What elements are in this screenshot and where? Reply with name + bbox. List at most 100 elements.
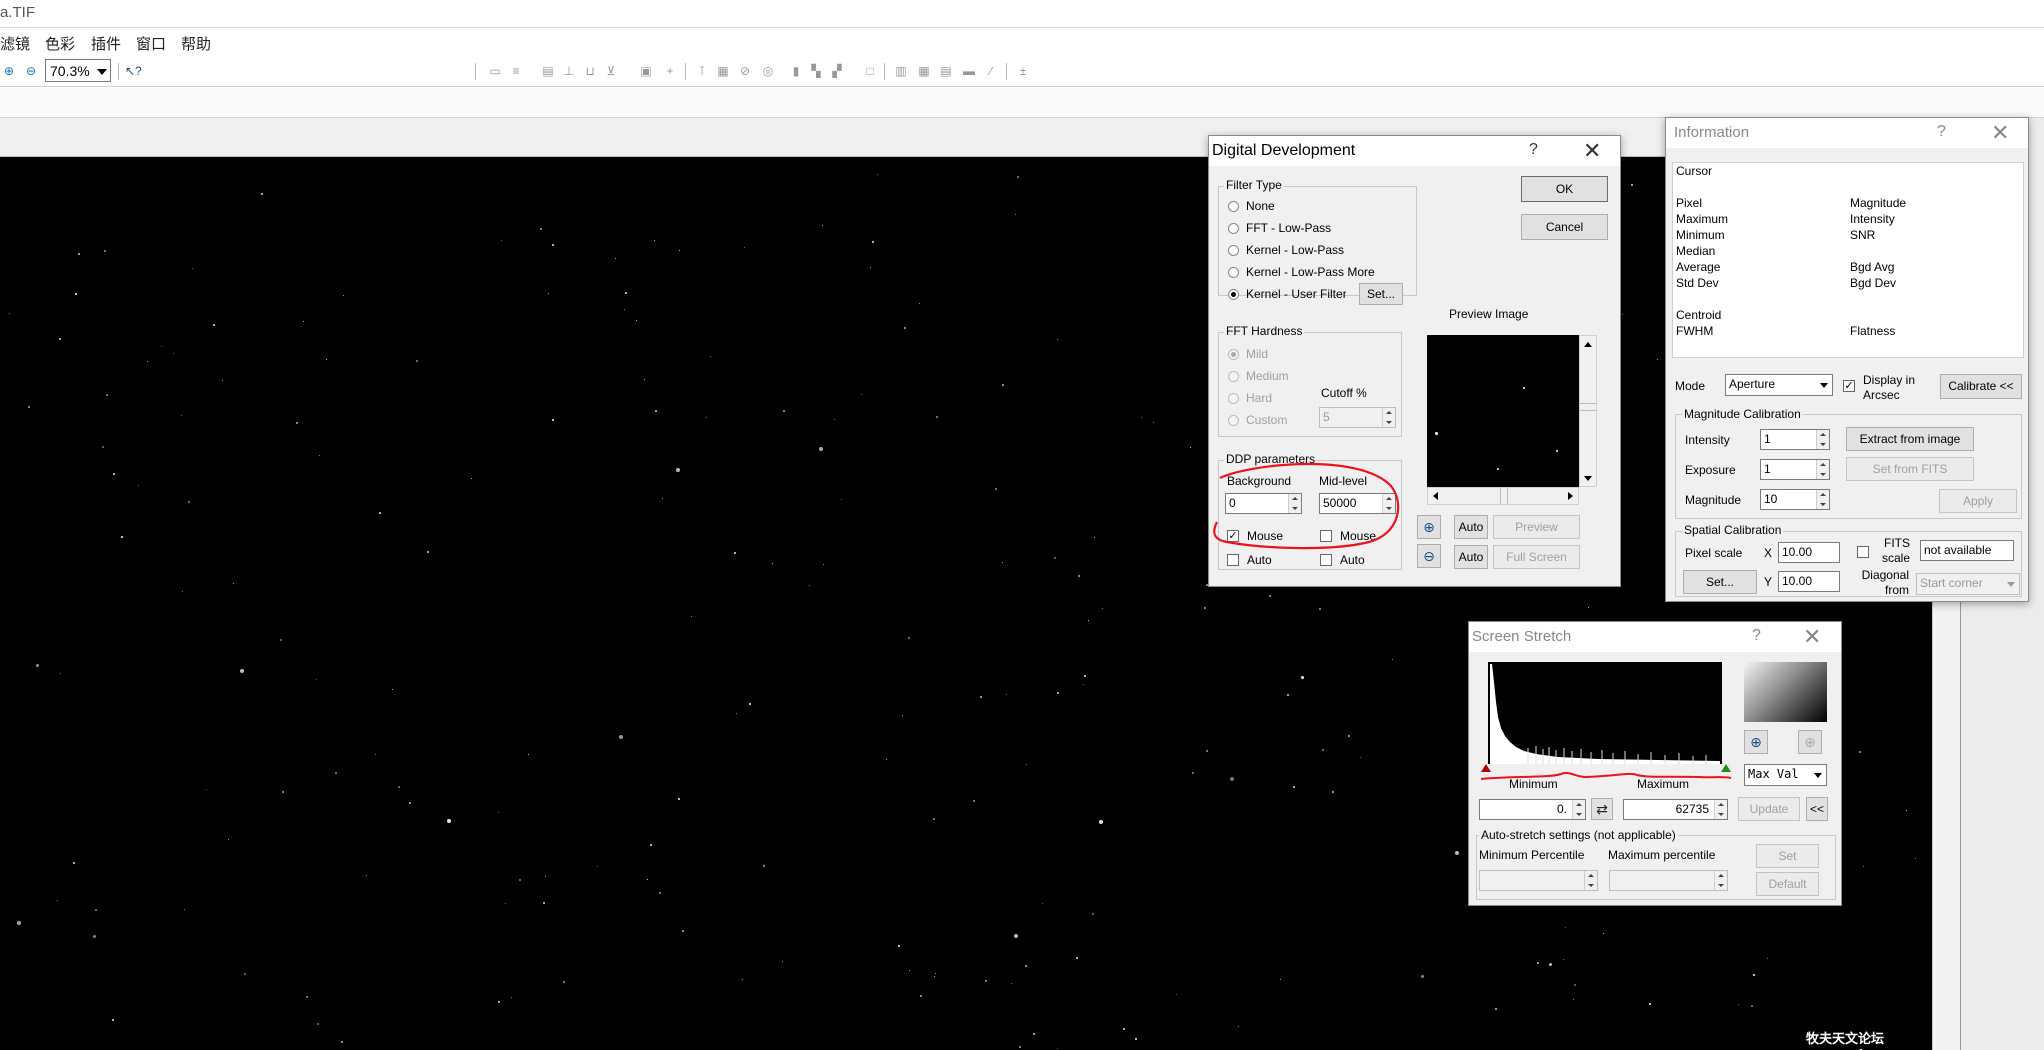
- align-icon[interactable]: ⊥: [561, 63, 577, 79]
- magnitude-input[interactable]: 10: [1760, 489, 1830, 510]
- auto-midlevel-checkbox[interactable]: [1320, 554, 1332, 566]
- filter-kernel-lowpass-more-radio[interactable]: [1228, 267, 1239, 278]
- scroll-down-icon[interactable]: [1584, 476, 1592, 481]
- auto-button-2[interactable]: Auto: [1454, 545, 1488, 569]
- maximum-input[interactable]: 62735: [1623, 799, 1728, 820]
- blink-icon[interactable]: ▞: [829, 63, 845, 79]
- zoom-in-icon[interactable]: ⊕: [1, 63, 17, 79]
- min-percentile-input[interactable]: [1479, 870, 1598, 891]
- exposure-input[interactable]: 1: [1760, 459, 1830, 480]
- stretch-icon[interactable]: ▚: [808, 63, 824, 79]
- maximum-spinner[interactable]: [1714, 800, 1727, 819]
- image-canvas[interactable]: [0, 157, 1932, 1050]
- collapse-button[interactable]: <<: [1806, 797, 1828, 821]
- curve-icon[interactable]: ∕: [983, 63, 999, 79]
- x-scale-input[interactable]: 10.00: [1778, 542, 1840, 563]
- filter-none-radio[interactable]: [1228, 201, 1239, 212]
- histogram-icon[interactable]: ▮: [788, 63, 804, 79]
- display-arcsec-checkbox[interactable]: ✓: [1843, 380, 1855, 392]
- image-window-titlebar[interactable]: [0, 118, 1932, 157]
- crosshair-icon[interactable]: +: [662, 63, 678, 79]
- compare-icon[interactable]: ▦: [916, 63, 932, 79]
- extract-from-image-button[interactable]: Extract from image: [1846, 427, 1974, 451]
- percentile-set-button[interactable]: Set: [1756, 844, 1819, 868]
- dialog-titlebar[interactable]: Information ? ✕: [1666, 118, 2028, 148]
- preview-hscrollbar[interactable]: [1427, 487, 1579, 505]
- filter-fft-lowpass-radio[interactable]: [1228, 223, 1239, 234]
- max-percentile-input[interactable]: [1609, 870, 1728, 891]
- preview-zoom-in-icon[interactable]: ⊕: [1417, 515, 1441, 539]
- ruler-icon[interactable]: ▭: [487, 63, 503, 79]
- start-corner-combo[interactable]: Start corner: [1916, 573, 2020, 595]
- stretch-zoom-in-icon[interactable]: ⊕: [1744, 730, 1768, 754]
- target-icon[interactable]: ⊘: [737, 63, 753, 79]
- split-icon[interactable]: ▥: [893, 63, 909, 79]
- help-icon[interactable]: ?: [1937, 123, 1946, 141]
- dialog-titlebar[interactable]: Digital Development ? ✕: [1209, 136, 1620, 166]
- stack-icon[interactable]: ▤: [540, 63, 556, 79]
- hardness-medium-radio[interactable]: [1228, 371, 1239, 382]
- intensity-spinner[interactable]: [1816, 430, 1829, 449]
- filter-kernel-lowpass-radio[interactable]: [1228, 245, 1239, 256]
- dialog-titlebar[interactable]: Screen Stretch ? ✕: [1469, 622, 1841, 652]
- circle-target-icon[interactable]: ◎: [760, 63, 776, 79]
- zoom-out-icon[interactable]: ⊖: [23, 63, 39, 79]
- ok-button[interactable]: OK: [1521, 176, 1608, 202]
- preview-vscrollbar[interactable]: [1579, 335, 1597, 487]
- update-button[interactable]: Update: [1738, 797, 1800, 821]
- context-help-icon[interactable]: ↖?: [125, 63, 142, 79]
- menu-plugins[interactable]: 插件: [91, 33, 121, 54]
- set-from-fits-button[interactable]: Set from FITS: [1846, 457, 1974, 481]
- link-icon[interactable]: ▬: [961, 63, 977, 79]
- cutoff-spinner[interactable]: [1382, 408, 1395, 427]
- filter-set-button[interactable]: Set...: [1359, 283, 1403, 305]
- close-icon[interactable]: ✕: [1991, 120, 2009, 146]
- stretch-mode-combo[interactable]: Max Val: [1744, 764, 1827, 786]
- customize-icon[interactable]: ±: [1015, 63, 1031, 79]
- cutoff-input[interactable]: 5: [1319, 407, 1396, 428]
- full-screen-button[interactable]: Full Screen: [1493, 545, 1580, 569]
- exposure-spinner[interactable]: [1816, 460, 1829, 479]
- menu-help[interactable]: 帮助: [181, 33, 211, 54]
- scroll-up-icon[interactable]: [1584, 342, 1592, 347]
- scroll-left-icon[interactable]: [1433, 492, 1438, 500]
- cancel-button[interactable]: Cancel: [1521, 214, 1608, 240]
- mosaic-icon[interactable]: ▤: [938, 63, 954, 79]
- preview-button[interactable]: Preview: [1493, 515, 1580, 539]
- intensity-input[interactable]: 1: [1760, 429, 1830, 450]
- minimum-input[interactable]: 0.: [1479, 799, 1586, 820]
- minimum-spinner[interactable]: [1572, 800, 1585, 819]
- spatial-set-button[interactable]: Set...: [1683, 570, 1757, 594]
- histogram[interactable]: [1488, 662, 1722, 764]
- preview-zoom-out-icon[interactable]: ⊖: [1417, 544, 1441, 568]
- magnitude-spinner[interactable]: [1816, 490, 1829, 509]
- min-percentile-spinner[interactable]: [1584, 871, 1597, 890]
- max-percentile-spinner[interactable]: [1714, 871, 1727, 890]
- menu-color[interactable]: 色彩: [45, 33, 75, 54]
- grid-icon[interactable]: ▦: [715, 63, 731, 79]
- layers-icon[interactable]: ≡: [508, 63, 524, 79]
- auto-button-1[interactable]: Auto: [1454, 515, 1488, 539]
- scroll-thumb[interactable]: [1580, 403, 1596, 411]
- scroll-right-icon[interactable]: [1568, 492, 1573, 500]
- help-icon[interactable]: ?: [1752, 627, 1761, 645]
- filter-user-radio[interactable]: [1228, 289, 1239, 300]
- menu-window[interactable]: 窗口: [136, 33, 166, 54]
- fits-scale-checkbox[interactable]: [1857, 546, 1869, 558]
- calibrate-button[interactable]: Calibrate <<: [1940, 374, 2022, 399]
- crop-icon[interactable]: ⊔: [582, 63, 598, 79]
- thermometer-icon[interactable]: ⊺: [694, 63, 710, 79]
- hardness-mild-radio[interactable]: [1228, 349, 1239, 360]
- stretch-zoom-out-icon[interactable]: ⊕: [1798, 730, 1822, 754]
- copy-icon[interactable]: ▣: [638, 63, 654, 79]
- hardness-custom-radio[interactable]: [1228, 415, 1239, 426]
- preview-image[interactable]: [1427, 335, 1579, 487]
- frame-icon[interactable]: □: [862, 63, 878, 79]
- default-button[interactable]: Default: [1756, 872, 1819, 896]
- hardness-hard-radio[interactable]: [1228, 393, 1239, 404]
- zoom-combo[interactable]: 70.3%: [45, 59, 111, 82]
- close-icon[interactable]: ✕: [1803, 624, 1821, 650]
- apply-button[interactable]: Apply: [1939, 489, 2017, 513]
- scroll-thumb[interactable]: [1500, 488, 1508, 504]
- swap-icon[interactable]: ⇄: [1591, 798, 1613, 820]
